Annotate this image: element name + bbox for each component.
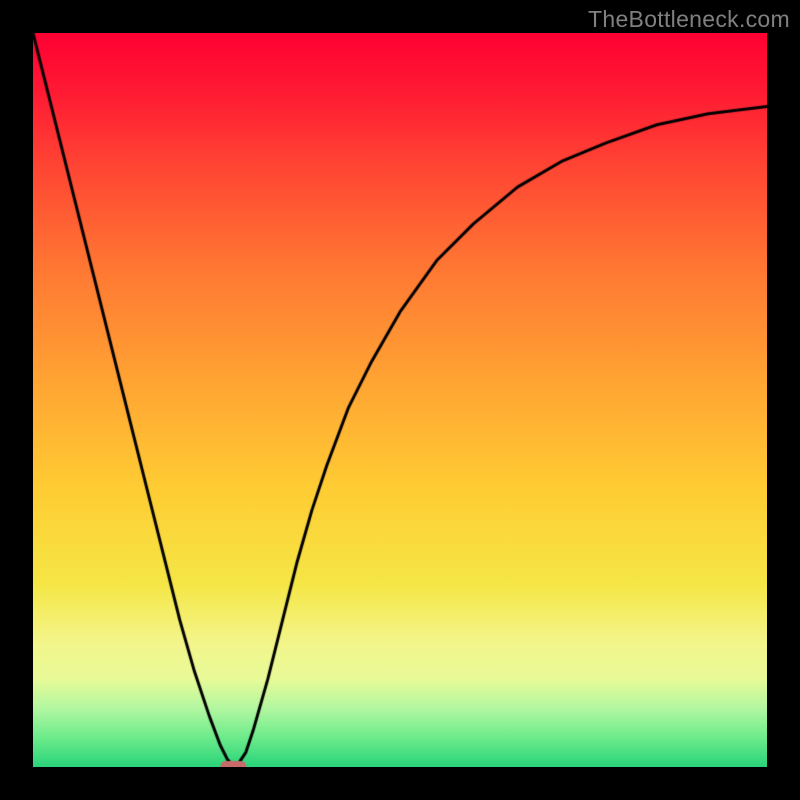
plot-area <box>33 33 767 767</box>
bottleneck-curve <box>33 33 767 767</box>
watermark-label: TheBottleneck.com <box>588 6 790 33</box>
chart-frame: TheBottleneck.com <box>0 0 800 800</box>
